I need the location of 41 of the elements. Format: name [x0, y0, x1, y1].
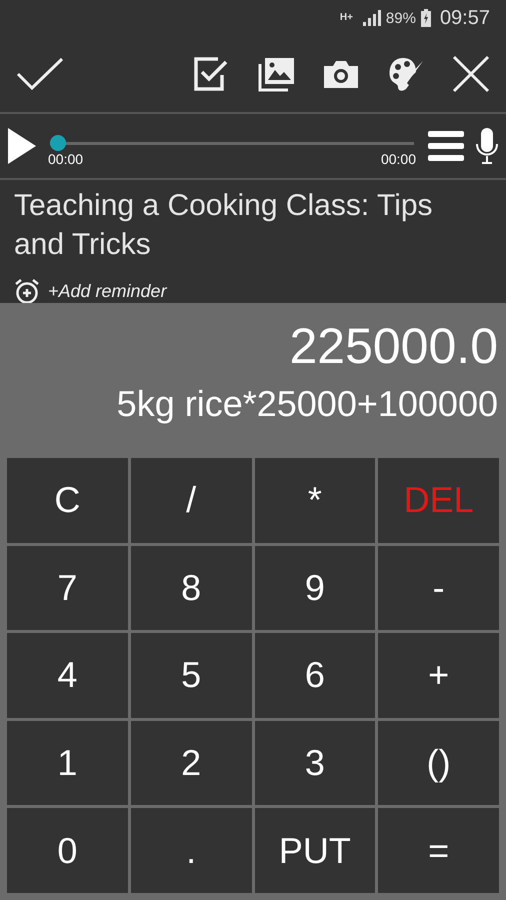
total-time: 00:00 — [380, 151, 416, 167]
network-type: H+ — [340, 13, 354, 23]
gallery-icon[interactable] — [257, 56, 295, 92]
calculator-key[interactable]: 2 — [130, 720, 252, 806]
microphone-icon[interactable] — [476, 128, 498, 164]
calculator-key[interactable]: * — [254, 458, 376, 543]
camera-icon[interactable] — [322, 58, 360, 90]
calculator-expression[interactable]: 5kg rice*25000+100000 — [116, 383, 498, 425]
calculator-key[interactable]: () — [378, 720, 499, 806]
add-reminder-link[interactable]: +Add reminder — [48, 280, 167, 302]
close-icon[interactable] — [452, 55, 490, 93]
elapsed-time: 00:00 — [48, 151, 84, 167]
calculator-key[interactable]: / — [130, 458, 252, 543]
calculator-key[interactable]: 1 — [7, 720, 128, 806]
calculator-key[interactable]: - — [378, 546, 499, 630]
calculator-result: 225000.0 — [289, 317, 498, 375]
checkmark-icon[interactable] — [16, 56, 64, 92]
calculator-key[interactable]: 6 — [254, 633, 376, 718]
menu-icon[interactable] — [428, 131, 464, 161]
calculator-key[interactable]: 7 — [7, 546, 128, 630]
calculator-key[interactable]: C — [7, 458, 128, 543]
alarm-add-icon[interactable] — [14, 278, 40, 304]
seek-slider[interactable] — [50, 135, 414, 151]
battery-charging-icon — [420, 9, 431, 27]
calculator-key[interactable]: 4 — [7, 633, 128, 718]
note-title[interactable]: Teaching a Cooking Class: Tips and Tricks — [14, 186, 476, 264]
signal-icon — [360, 8, 381, 28]
play-icon[interactable] — [8, 128, 36, 164]
clock: 09:57 — [440, 6, 490, 30]
calculator-key[interactable]: = — [378, 808, 499, 893]
checkbox-icon[interactable] — [192, 55, 230, 93]
calculator-key[interactable]: 0 — [7, 808, 128, 893]
calculator-key[interactable]: + — [378, 633, 499, 718]
calculator-key[interactable]: 3 — [254, 720, 376, 806]
calculator-key[interactable]: 9 — [254, 546, 376, 630]
slider-thumb[interactable] — [50, 135, 66, 151]
battery-percent: 89% — [386, 10, 416, 26]
calculator-key[interactable]: PUT — [254, 808, 376, 893]
calculator-key[interactable]: 5 — [130, 633, 252, 718]
calculator-key[interactable]: . — [130, 808, 252, 893]
calculator-key[interactable]: 8 — [130, 546, 252, 630]
